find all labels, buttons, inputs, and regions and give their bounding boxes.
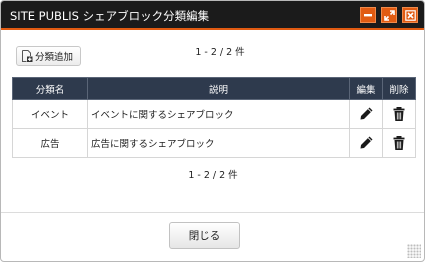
title-bar[interactable]: SITE PUBLIS シェアブロック分類編集 (1, 1, 424, 30)
minimize-icon (364, 14, 372, 17)
close-window-button[interactable] (402, 7, 418, 23)
table-row: イベント イベントに関するシェアブロック (12, 99, 416, 129)
add-category-label: 分類追加 (35, 52, 74, 63)
minimize-button[interactable] (360, 7, 376, 23)
pager-bottom: 1 - 2 / 2 件 (188, 170, 238, 181)
table-row: 広告 広告に関するシェアブロック (12, 128, 416, 158)
close-dialog-button[interactable]: 閉じる (169, 222, 240, 249)
column-header-name: 分類名 (12, 77, 88, 100)
column-header-delete: 削除 (382, 77, 416, 100)
row-category-description: 広告に関するシェアブロック (87, 128, 350, 158)
maximize-button[interactable] (381, 7, 397, 23)
trash-icon[interactable] (391, 135, 407, 151)
table-header-row: 分類名 説明 編集 削除 (12, 77, 416, 100)
column-header-edit: 編集 (349, 77, 383, 100)
pencil-icon[interactable] (358, 135, 374, 151)
add-category-button[interactable]: 分類追加 (16, 46, 81, 66)
trash-icon[interactable] (391, 106, 407, 122)
pager-top: 1 - 2 / 2 件 (195, 47, 245, 58)
row-category-name: 広告 (12, 128, 88, 158)
category-table: 分類名 説明 編集 削除 イベント イベントに関するシェアブロック 広告 広告に… (12, 77, 416, 158)
pencil-icon[interactable] (358, 106, 374, 122)
close-icon (404, 9, 416, 21)
column-header-description: 説明 (87, 77, 350, 100)
row-category-description: イベントに関するシェアブロック (87, 99, 350, 129)
category-edit-dialog: SITE PUBLIS シェアブロック分類編集 分類追加 1 - 2 / 2 件… (0, 0, 425, 262)
resize-grip[interactable] (407, 244, 421, 258)
footer-divider (1, 212, 424, 213)
add-document-icon (22, 49, 33, 62)
window-title: SITE PUBLIS シェアブロック分類編集 (10, 9, 210, 23)
maximize-icon (383, 9, 395, 21)
row-category-name: イベント (12, 99, 88, 129)
